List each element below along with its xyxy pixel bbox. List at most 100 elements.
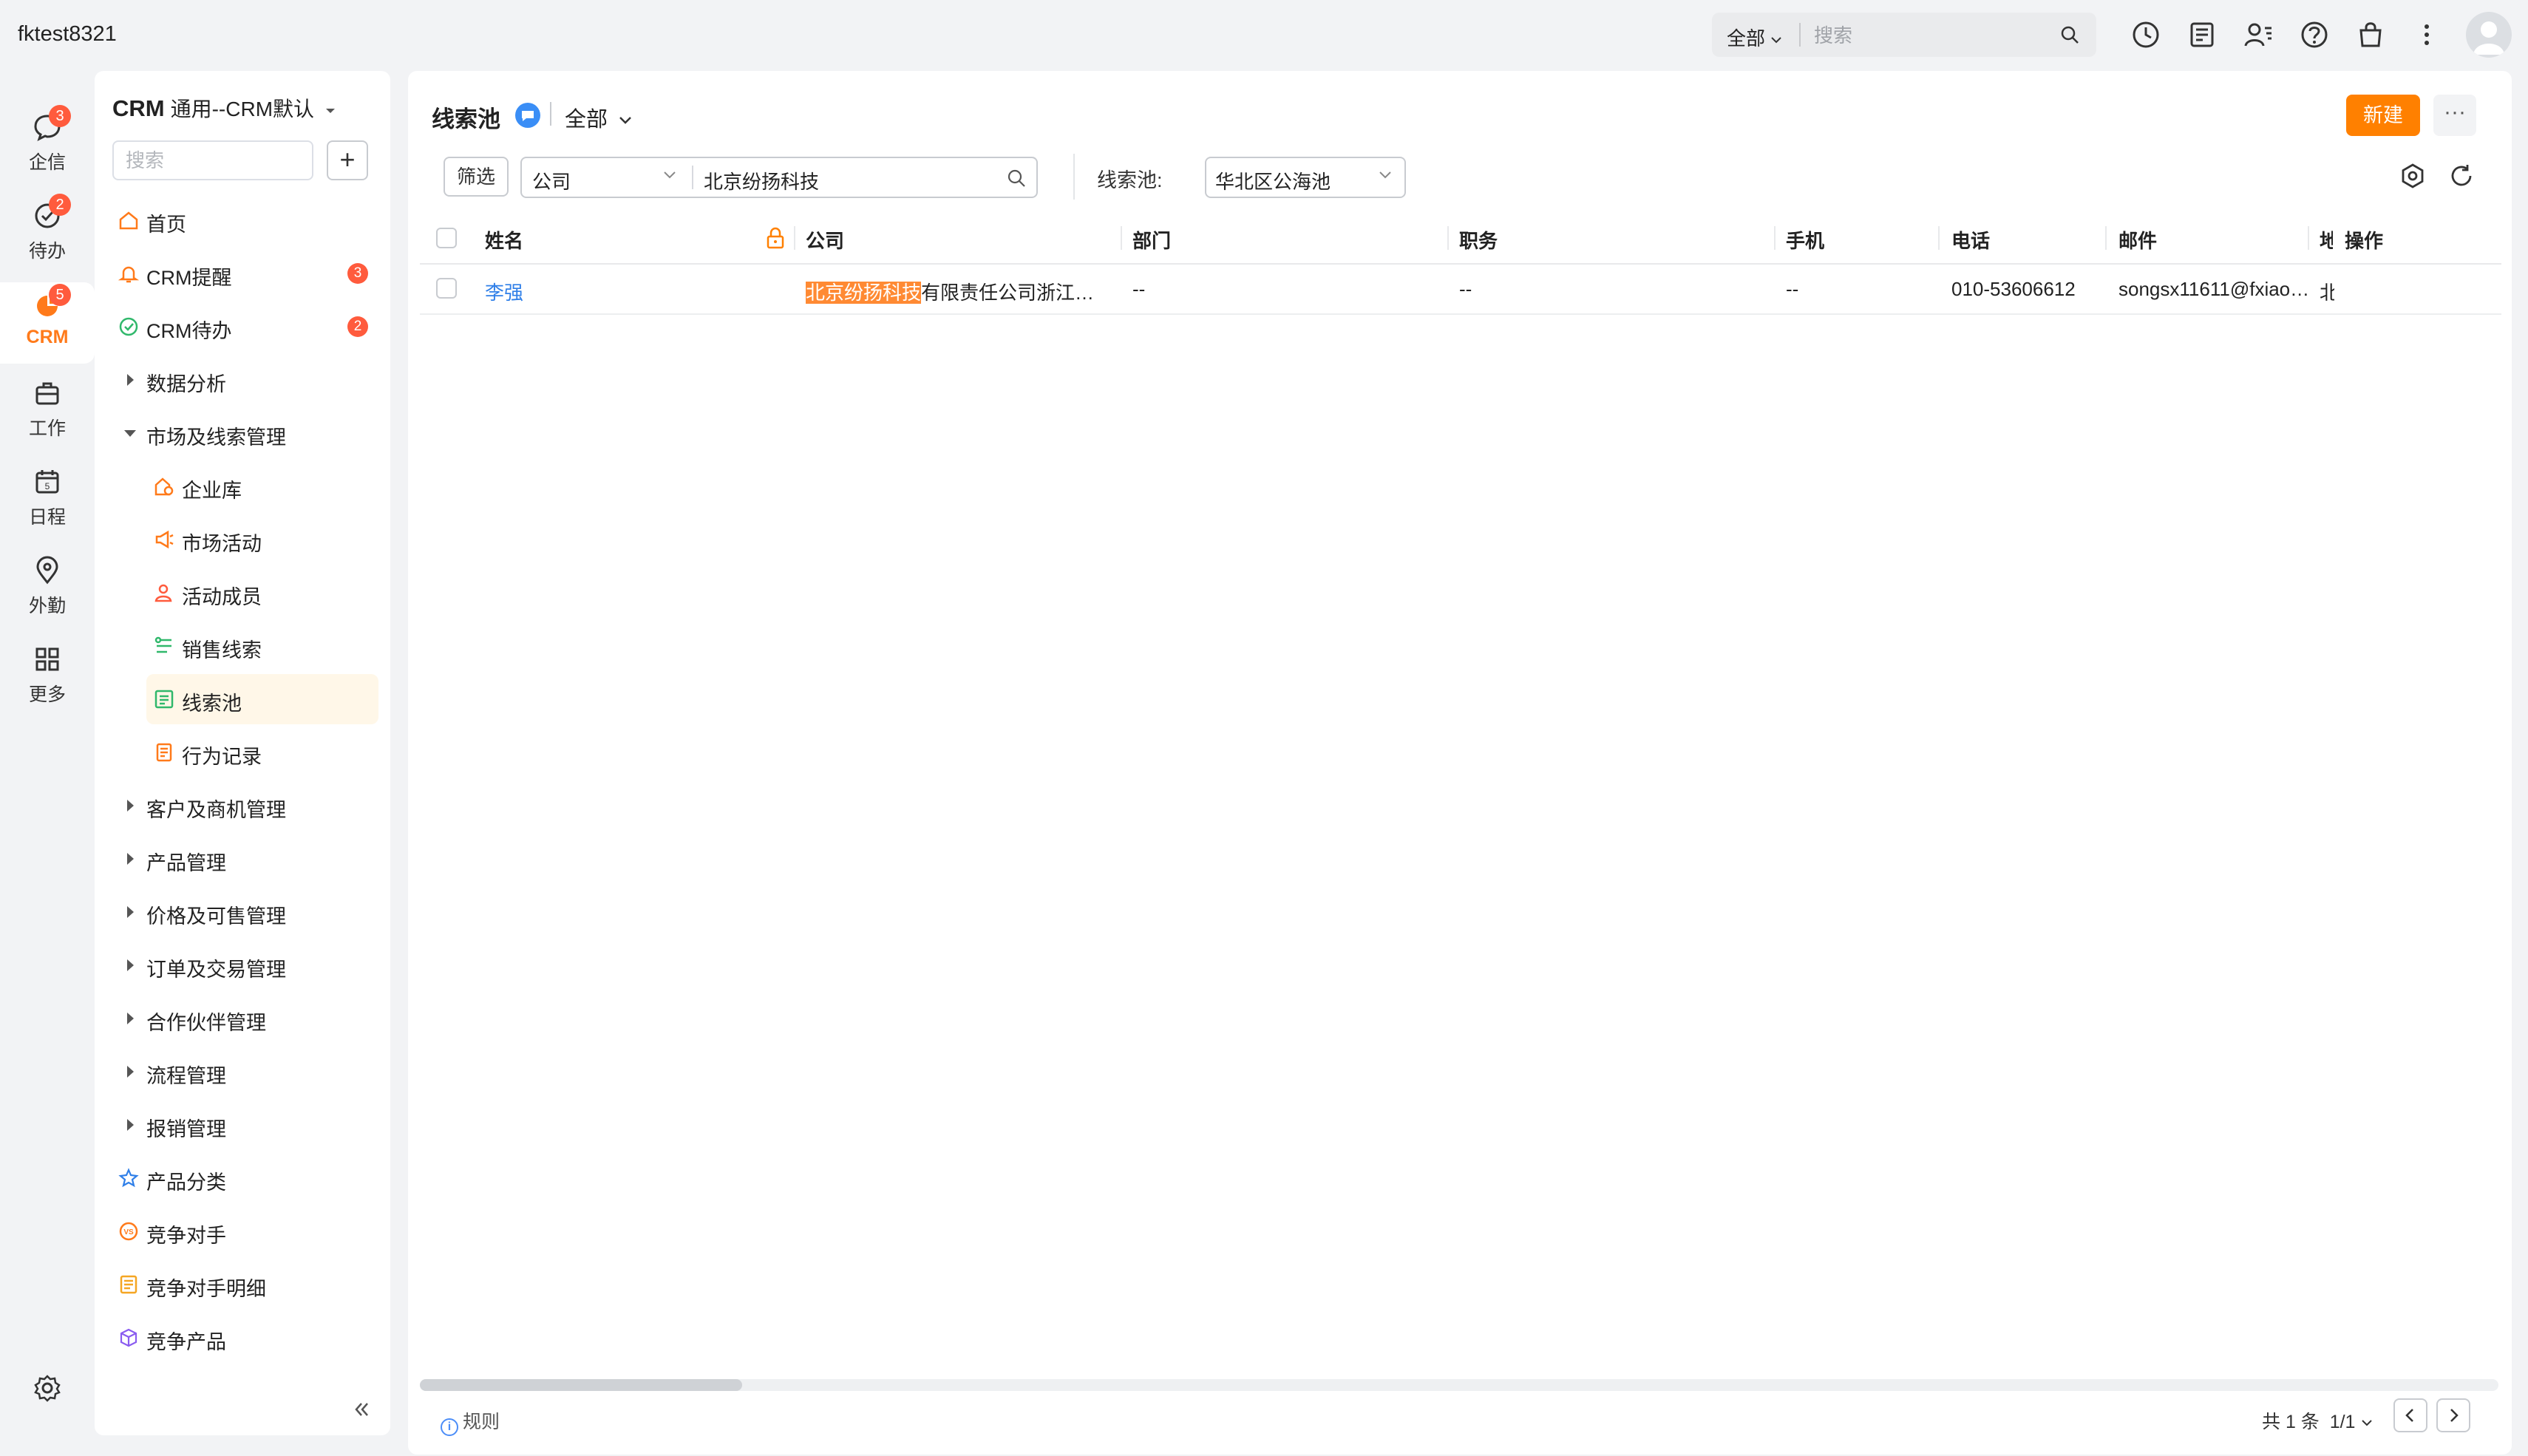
scope-dropdown[interactable]: 全部 (565, 102, 633, 133)
caret-down-icon (325, 108, 335, 113)
nav-group-orders[interactable]: 订单及交易管理 (118, 940, 378, 990)
search-input[interactable] (1812, 21, 2037, 50)
nav-group-partners[interactable]: 合作伙伴管理 (118, 993, 378, 1044)
rail-item-calendar[interactable]: 5 日程 (0, 458, 95, 540)
message-icon[interactable] (514, 102, 541, 129)
svg-text:VS: VS (123, 1228, 134, 1236)
contacts-icon[interactable] (2243, 19, 2274, 50)
lock-icon[interactable] (764, 226, 786, 250)
svg-text:5: 5 (45, 481, 50, 491)
nav-item-lead-pool[interactable]: 线索池 (146, 674, 378, 724)
address-cell: 北 (2320, 282, 2334, 304)
chevron-right-icon (2450, 1409, 2459, 1422)
chevron-down-icon (2362, 1420, 2373, 1426)
nav-item-home[interactable]: 首页 (118, 195, 378, 245)
page-select[interactable]: 1/1 (2330, 1412, 2374, 1432)
column-header[interactable]: 姓名 (485, 226, 523, 254)
search-scope-dropdown[interactable]: 全部 (1727, 24, 1782, 51)
rail-item-todo[interactable]: 2 待办 (0, 192, 95, 273)
caret-right-icon (127, 1066, 134, 1078)
nav-item-behavior-record[interactable]: 行为记录 (146, 727, 378, 778)
rail-item-field[interactable]: 外勤 (0, 547, 95, 628)
divider (550, 102, 551, 126)
category-icon (118, 1168, 139, 1188)
nav-item-competitor-detail[interactable]: 竞争对手明细 (118, 1259, 378, 1310)
nav-item-crm-todo[interactable]: CRM待办 2 (118, 302, 378, 352)
more-vert-icon[interactable] (2411, 19, 2442, 50)
add-button[interactable]: + (327, 140, 368, 180)
rail-label: 日程 (28, 507, 66, 528)
scrollbar-thumb[interactable] (420, 1379, 742, 1391)
nav-item-product-category[interactable]: 产品分类 (118, 1153, 378, 1203)
pool-label: 线索池: (1097, 169, 1163, 191)
global-search[interactable]: 全部 (1712, 13, 2096, 57)
rail-item-work[interactable]: 工作 (0, 370, 95, 451)
collapse-icon[interactable] (352, 1400, 371, 1419)
column-header[interactable]: 公司 (806, 226, 844, 254)
column-divider[interactable] (2308, 226, 2309, 250)
rail-item-more[interactable]: 更多 (0, 636, 95, 717)
column-divider[interactable] (1447, 226, 1449, 250)
nav-group-pricing[interactable]: 价格及可售管理 (118, 887, 378, 937)
history-icon[interactable] (2130, 19, 2161, 50)
next-page-button[interactable] (2436, 1398, 2470, 1432)
nav-item-activity-members[interactable]: 活动成员 (146, 568, 378, 618)
nav-group-expense[interactable]: 报销管理 (118, 1100, 378, 1150)
nav-group-product[interactable]: 产品管理 (118, 834, 378, 884)
nav-group-process[interactable]: 流程管理 (118, 1047, 378, 1097)
search-icon[interactable] (2059, 24, 2080, 45)
gear-icon[interactable] (33, 1373, 62, 1403)
notes-icon[interactable] (2186, 19, 2218, 50)
view-selector[interactable]: CRM 通用--CRM默认 (112, 93, 336, 123)
select-all-checkbox[interactable] (436, 228, 457, 248)
lead-name-link[interactable]: 李强 (485, 278, 523, 305)
nav-item-competitors[interactable]: VS 竞争对手 (118, 1206, 378, 1256)
rail-item-qixin[interactable]: 3 企信 (0, 103, 95, 185)
column-header[interactable]: 电话 (1951, 226, 1990, 254)
rail-badge: 2 (49, 194, 71, 216)
settings-icon[interactable] (2399, 163, 2426, 189)
position-cell: -- (1459, 278, 1472, 300)
nav-item-competitor-product[interactable]: 竞争产品 (118, 1313, 378, 1363)
column-header[interactable]: 职务 (1459, 226, 1498, 254)
search-icon[interactable] (1005, 167, 1027, 189)
column-header[interactable]: 手机 (1786, 226, 1824, 254)
rail-label: 外勤 (28, 596, 66, 616)
nav-group-customer[interactable]: 客户及商机管理 (118, 780, 378, 831)
avatar[interactable] (2466, 12, 2512, 58)
table-row[interactable]: 李强 北京纷扬科技有限责任公司浙江… -- -- -- 010-53606612… (420, 263, 2501, 315)
search-value-input[interactable]: 北京纷扬科技 (704, 167, 819, 194)
pool-select[interactable]: 华北区公海池 (1205, 157, 1406, 198)
column-divider[interactable] (2105, 226, 2107, 250)
rail-item-crm[interactable]: 5 CRM (0, 282, 95, 364)
nav-search-input[interactable] (112, 140, 313, 180)
help-icon[interactable] (2299, 19, 2330, 50)
column-divider[interactable] (1938, 226, 1940, 250)
refresh-icon[interactable] (2448, 163, 2475, 189)
column-header[interactable]: 邮件 (2118, 226, 2157, 254)
chevron-down-icon[interactable] (662, 170, 677, 180)
divider (1799, 23, 1801, 47)
row-checkbox[interactable] (436, 278, 457, 299)
column-divider[interactable] (1121, 226, 1122, 250)
username[interactable]: fktest8321 (18, 22, 117, 47)
prev-page-button[interactable] (2393, 1398, 2427, 1432)
nav-group-marketing[interactable]: 市场及线索管理 (118, 408, 378, 458)
caret-right-icon (127, 1119, 134, 1131)
more-button[interactable]: ··· (2433, 95, 2476, 136)
horizontal-scrollbar[interactable] (420, 1379, 2498, 1391)
rules-link[interactable]: i 规则 (441, 1407, 500, 1436)
column-divider[interactable] (1774, 226, 1776, 250)
search-field-select[interactable]: 公司 (532, 167, 571, 194)
nav-item-crm-reminder[interactable]: CRM提醒 3 (118, 248, 378, 299)
shop-icon[interactable] (2355, 19, 2386, 50)
column-header[interactable]: 地 (2320, 226, 2333, 254)
nav-item-enterprise-library[interactable]: 企业库 (146, 461, 378, 511)
column-header[interactable]: 部门 (1132, 226, 1171, 254)
column-divider[interactable] (794, 226, 795, 250)
nav-item-sales-leads[interactable]: 销售线索 (146, 621, 378, 671)
filter-button[interactable]: 筛选 (444, 157, 509, 197)
nav-item-marketing-activity[interactable]: 市场活动 (146, 514, 378, 565)
new-button[interactable]: 新建 (2346, 95, 2420, 136)
nav-group-data-analysis[interactable]: 数据分析 (118, 355, 378, 405)
